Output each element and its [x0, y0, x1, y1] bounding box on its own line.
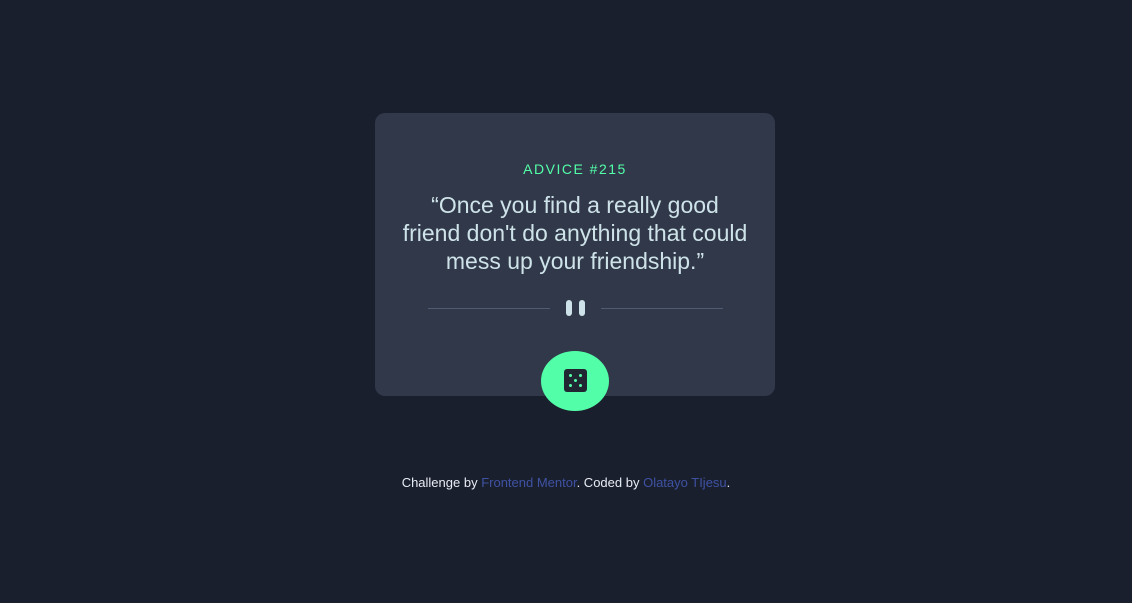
dice-icon — [564, 369, 587, 392]
advice-number: ADVICE #215 — [523, 161, 627, 177]
generate-advice-button[interactable] — [541, 351, 609, 411]
pause-icon — [566, 299, 586, 317]
footer-prefix: Challenge by — [401, 475, 482, 490]
frontend-mentor-link[interactable]: Frontend Mentor — [481, 475, 576, 490]
advice-quote: “Once you find a really good friend don'… — [402, 192, 748, 274]
divider-line-left — [428, 308, 550, 309]
author-link[interactable]: Olatayo TIjesu — [643, 475, 727, 490]
footer-suffix: . — [726, 475, 731, 490]
pattern-divider — [428, 299, 723, 317]
divider-line-right — [601, 308, 723, 309]
attribution-footer: Challenge by Frontend Mentor. Coded by O… — [0, 475, 1132, 490]
footer-middle: . Coded by — [576, 475, 644, 490]
